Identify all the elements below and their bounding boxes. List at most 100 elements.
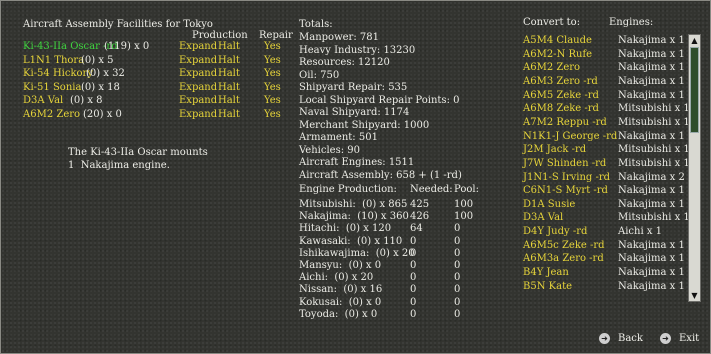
- convert-aircraft[interactable]: B5N Kate: [523, 280, 572, 293]
- convert-engine: Mitsubishi x 1: [618, 212, 690, 224]
- repair-toggle[interactable]: Yes: [264, 94, 281, 107]
- convert-aircraft[interactable]: N1K1-J George -rd: [523, 130, 617, 143]
- back-arrow-icon: ➜: [599, 333, 610, 344]
- convert-aircraft[interactable]: A5M4 Claude: [523, 34, 592, 47]
- engine-pool: 0: [454, 235, 461, 247]
- facility-qty: (20) x 0: [83, 109, 122, 120]
- convert-aircraft[interactable]: B4Y Jean: [523, 266, 569, 279]
- convert-aircraft[interactable]: J7W Shinden -rd: [523, 157, 606, 170]
- engine-pool: 0: [454, 260, 461, 271]
- halt-button[interactable]: Halt: [218, 108, 240, 121]
- engine-needed-header: Needed:: [410, 184, 453, 195]
- engine-needed: 0: [410, 284, 417, 296]
- convert-engine: Nakajima x 1: [618, 280, 685, 292]
- convert-aircraft[interactable]: A6M2-N Rufe: [523, 48, 592, 61]
- engine-needed: 0: [410, 272, 417, 284]
- convert-engine: Mitsubishi x 1: [618, 116, 690, 128]
- expand-button[interactable]: Expand: [179, 54, 217, 67]
- expand-button[interactable]: Expand: [179, 108, 217, 121]
- back-button[interactable]: ➜ Back: [599, 333, 643, 344]
- convert-aircraft[interactable]: J2M Jack -rd: [523, 143, 586, 156]
- convert-aircraft[interactable]: A7M2 Reppu -rd: [523, 116, 607, 129]
- halt-button[interactable]: Halt: [218, 94, 240, 107]
- engine-pool: 0: [454, 223, 461, 235]
- convert-aircraft[interactable]: C6N1-S Myrt -rd: [523, 184, 608, 197]
- engine-needed: 0: [410, 247, 417, 259]
- convert-aircraft[interactable]: D4Y Judy -rd: [523, 225, 587, 238]
- convert-aircraft[interactable]: A6M3a Zero -rd: [523, 252, 604, 265]
- expand-button[interactable]: Expand: [179, 81, 217, 94]
- convert-engine: Nakajima x 1: [618, 267, 685, 279]
- totals-line: Naval Shipyard: 1174: [299, 107, 410, 118]
- info-line-1: The Ki-43-IIa Oscar mounts: [68, 147, 208, 158]
- repair-toggle[interactable]: Yes: [264, 108, 281, 121]
- exit-arrow-icon: ➜: [660, 333, 671, 344]
- halt-button[interactable]: Halt: [218, 40, 240, 53]
- totals-line: Shipyard Repair: 535: [299, 82, 408, 93]
- convert-scrollbar[interactable]: ▲ ▼: [688, 34, 701, 302]
- engine-needed: 0: [410, 260, 417, 271]
- repair-toggle[interactable]: Yes: [264, 81, 281, 94]
- convert-engine: Mitsubishi x 1: [618, 157, 690, 169]
- exit-button[interactable]: ➜ Exit: [660, 333, 699, 344]
- facility-name[interactable]: A6M2 Zero: [23, 108, 80, 121]
- convert-aircraft[interactable]: A6M3 Zero -rd: [523, 75, 598, 88]
- engine-production-header: Engine Production:: [299, 184, 397, 195]
- engine-row-name: Ishikawajima: (0) x 20: [299, 247, 415, 259]
- totals-line: Manpower: 781: [299, 32, 379, 43]
- repair-toggle[interactable]: Yes: [264, 54, 281, 67]
- convert-aircraft[interactable]: A6M8 Zeke -rd: [523, 102, 599, 115]
- halt-button[interactable]: Halt: [218, 67, 240, 80]
- engines-header: Engines:: [609, 17, 654, 28]
- arrow-up-icon[interactable]: ▲: [690, 36, 699, 45]
- engine-pool: 100: [454, 199, 474, 210]
- arrow-down-icon[interactable]: ▼: [690, 291, 699, 300]
- halt-button[interactable]: Halt: [218, 81, 240, 94]
- convert-engine: Nakajima x 1: [618, 130, 685, 142]
- expand-button[interactable]: Expand: [179, 40, 217, 53]
- convert-aircraft[interactable]: A6M5c Zeke -rd: [523, 239, 605, 252]
- back-label: Back: [618, 333, 643, 344]
- totals-line: Merchant Shipyard: 1000: [299, 119, 430, 131]
- convert-engine: Nakajima x 1: [618, 198, 685, 210]
- facility-qty: (119) x 0: [104, 41, 150, 52]
- engine-pool-header: Pool:: [454, 184, 479, 195]
- engine-pool: 0: [454, 308, 461, 320]
- engine-row-name: Toyoda: (0) x 0: [299, 308, 378, 320]
- engine-needed: 0: [410, 296, 417, 308]
- convert-aircraft[interactable]: J1N1-S Irving -rd: [523, 171, 610, 184]
- totals-line: Local Shipyard Repair Points: 0: [299, 94, 460, 106]
- convert-aircraft[interactable]: D1A Susie: [523, 198, 575, 211]
- convert-aircraft[interactable]: A6M2 Zero: [523, 61, 580, 74]
- facility-name[interactable]: D3A Val: [23, 94, 63, 107]
- engine-needed: 426: [410, 211, 430, 223]
- facility-title: Aircraft Assembly Facilities for Tokyo: [23, 19, 213, 30]
- engine-row-name: Aichi: (0) x 20: [299, 272, 374, 284]
- expand-button[interactable]: Expand: [179, 67, 217, 80]
- facility-name[interactable]: Ki-54 Hickory: [23, 67, 93, 80]
- convert-engine: Nakajima x 1: [618, 35, 685, 46]
- engine-row-name: Kawasaki: (0) x 110: [299, 235, 403, 247]
- totals-line: Resources: 12120: [299, 57, 390, 68]
- convert-engine: Mitsubishi x 1: [618, 103, 690, 115]
- convert-engine: Nakajima x 1: [618, 62, 685, 74]
- totals-line: Aircraft Assembly: 658 + (1 -rd): [299, 169, 462, 181]
- convert-aircraft[interactable]: A6M5 Zeke -rd: [523, 89, 599, 102]
- totals-line: Aircraft Engines: 1511: [299, 157, 415, 168]
- convert-engine: Nakajima x 1: [618, 185, 685, 197]
- scrollbar-thumb[interactable]: [690, 47, 699, 133]
- engine-row-name: Kokusai: (0) x 0: [299, 296, 382, 308]
- engine-needed: 0: [410, 308, 417, 320]
- facility-name[interactable]: Ki-51 Sonia: [23, 81, 81, 94]
- halt-button[interactable]: Halt: [218, 54, 240, 67]
- facility-name[interactable]: L1N1 Thora: [23, 54, 84, 67]
- engine-pool: 100: [454, 211, 474, 223]
- convert-engine: Aichi x 1: [618, 226, 663, 238]
- convert-aircraft[interactable]: D3A Val: [523, 211, 563, 224]
- totals-line: Armament: 501: [299, 132, 378, 143]
- engine-row-name: Mitsubishi: (0) x 865: [299, 199, 408, 210]
- repair-toggle[interactable]: Yes: [264, 40, 281, 53]
- convert-engine: Nakajima x 1: [618, 48, 685, 60]
- expand-button[interactable]: Expand: [179, 94, 217, 107]
- repair-toggle[interactable]: Yes: [264, 67, 281, 80]
